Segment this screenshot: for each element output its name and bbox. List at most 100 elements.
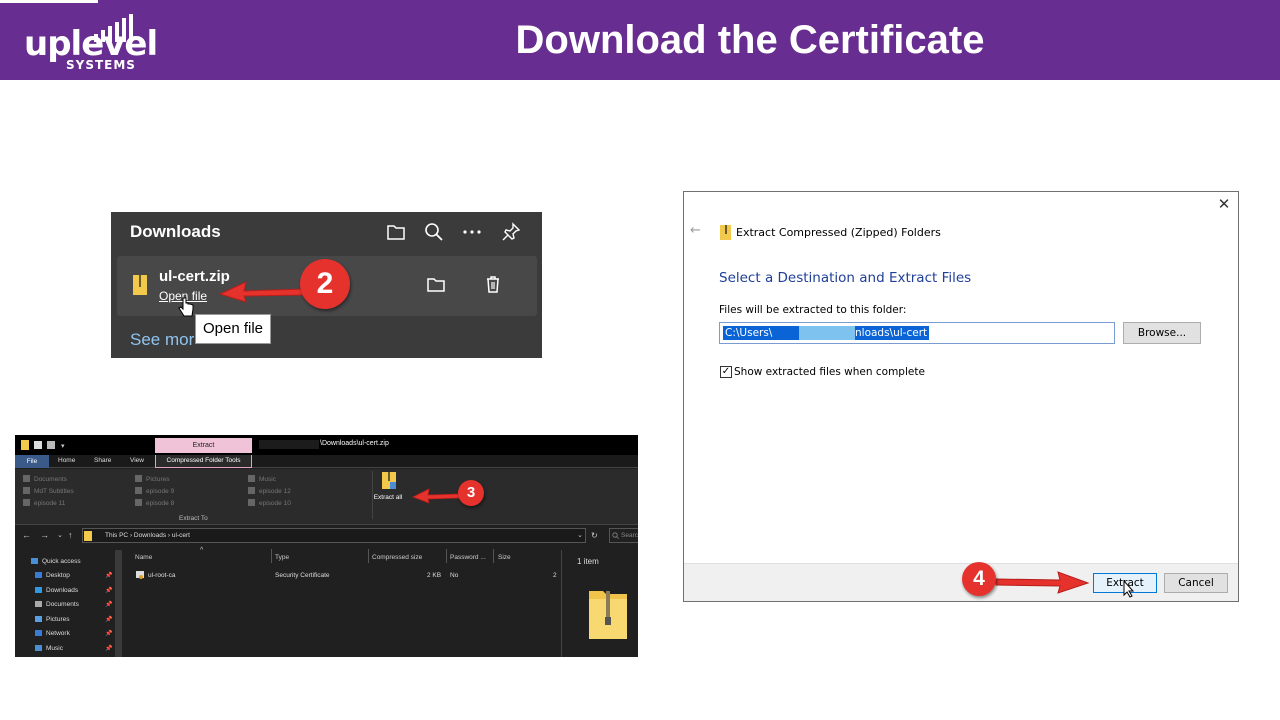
tab-compressed-folder-tools[interactable]: Compressed Folder Tools (155, 455, 252, 468)
close-icon[interactable]: ✕ (1216, 196, 1232, 212)
ribbon-dest-episode8[interactable]: episode 8 (135, 499, 174, 507)
extract-context-tab[interactable]: Extract (155, 438, 252, 453)
breadcrumb-downloads[interactable]: Downloads (134, 532, 166, 539)
hand-cursor-icon (178, 297, 194, 317)
nav-quick-access[interactable]: Quick access (31, 558, 81, 565)
pin-icon: 📌 (105, 602, 113, 608)
nav-desktop[interactable]: Desktop (35, 572, 70, 579)
column-password[interactable]: Password ... (450, 554, 486, 561)
dialog-window-title: Extract Compressed (Zipped) Folders (736, 226, 941, 239)
nav-label: Music (46, 645, 63, 652)
browse-button[interactable]: Browse... (1123, 322, 1201, 344)
dialog-heading: Select a Destination and Extract Files (719, 270, 972, 286)
search-icon (612, 532, 619, 539)
back-icon[interactable]: ← (22, 531, 31, 540)
show-in-folder-icon[interactable] (425, 273, 447, 295)
column-name[interactable]: Name (135, 554, 152, 561)
search-icon[interactable] (423, 221, 445, 243)
forward-icon[interactable]: → (40, 531, 49, 540)
pin-icon: 📌 (105, 646, 113, 652)
open-file-tooltip: Open file (195, 314, 271, 344)
nav-label: Desktop (46, 572, 70, 579)
address-dropdown-icon[interactable]: ⌄ (577, 531, 583, 540)
more-icon[interactable] (461, 221, 483, 243)
pin-icon: 📌 (105, 631, 113, 637)
back-arrow-icon[interactable]: ← (690, 224, 701, 238)
tab-home[interactable]: Home (58, 457, 75, 464)
nav-downloads[interactable]: Downloads (35, 587, 78, 594)
download-icon (35, 587, 42, 593)
tab-share[interactable]: Share (94, 457, 111, 464)
nav-scrollbar[interactable] (115, 550, 122, 657)
nav-label: Downloads (46, 587, 79, 594)
zip-folder-preview-icon (589, 591, 627, 639)
nav-music[interactable]: Music (35, 645, 63, 652)
file-explorer-window: ▾ Extract \Downloads\ul-cert.zip Home Sh… (15, 435, 638, 657)
show-files-checkbox-label[interactable]: Show extracted files when complete (734, 366, 925, 379)
cancel-button[interactable]: Cancel (1164, 573, 1228, 593)
slide-header: uplevel SYSTEMS Download the Certificate (0, 0, 1280, 80)
column-compressed-size[interactable]: Compressed size (372, 554, 422, 561)
extract-dialog: ✕ ← Extract Compressed (Zipped) Folders … (683, 191, 1239, 602)
redacted-username (799, 326, 855, 340)
breadcrumb-ul-cert[interactable]: ul-cert (172, 532, 190, 539)
explorer-titlebar: ▾ Extract \Downloads\ul-cert.zip (15, 435, 638, 455)
picture-icon (35, 616, 42, 622)
nav-label: Pictures (46, 616, 70, 623)
ribbon-dest-music[interactable]: Music (248, 475, 276, 483)
logo-subtitle: SYSTEMS (66, 58, 136, 72)
ribbon-dest-subtitles[interactable]: MdT Subtitles (23, 487, 74, 495)
quick-access-toolbar-icons: ▾ (21, 440, 65, 450)
see-more-link[interactable]: See mor (130, 330, 194, 350)
extract-all-icon[interactable] (382, 472, 396, 489)
ribbon-dest-documents[interactable]: Documents (23, 475, 67, 483)
column-type[interactable]: Type (275, 554, 289, 561)
pin-icon[interactable] (500, 221, 522, 243)
certificate-icon (136, 571, 144, 579)
refresh-icon[interactable]: ↻ (591, 531, 598, 540)
show-files-checkbox[interactable]: ✓ (720, 366, 732, 378)
column-separator (271, 549, 272, 563)
column-separator (368, 549, 369, 563)
folder-icon[interactable] (385, 221, 407, 243)
row-password: No (450, 572, 459, 579)
sort-indicator-icon: ^ (200, 547, 204, 554)
row-size: 2 (553, 572, 557, 579)
delete-icon[interactable] (482, 273, 504, 295)
ribbon-dest-episode12[interactable]: episode 12 (248, 487, 291, 495)
pin-icon: 📌 (105, 573, 113, 579)
pin-icon: 📌 (105, 617, 113, 623)
desktop-icon (35, 572, 42, 578)
step-3-badge: 3 (458, 480, 484, 506)
nav-network[interactable]: Network (35, 630, 70, 637)
downloads-title: Downloads (130, 222, 221, 241)
zip-file-icon (133, 275, 147, 295)
ribbon-dest-episode10[interactable]: episode 10 (248, 499, 291, 507)
column-size[interactable]: Size (498, 554, 511, 561)
breadcrumb-this-pc[interactable]: This PC (105, 532, 128, 539)
column-separator (493, 549, 494, 563)
step-2-badge: 2 (300, 259, 350, 309)
breadcrumb: This PC › Downloads › ul-cert (105, 532, 190, 539)
zip-folder-icon (720, 225, 731, 240)
tab-file[interactable]: File (15, 455, 49, 468)
extract-all-button[interactable]: Extract all (373, 494, 403, 502)
tab-view[interactable]: View (130, 457, 144, 464)
ribbon-dest-episode9[interactable]: episode 9 (135, 487, 174, 495)
ribbon-dest-episode11[interactable]: episode 11 (23, 499, 65, 507)
row-name: ul-root-ca (148, 572, 176, 579)
star-icon (31, 558, 38, 564)
item-count: 1 item (577, 557, 599, 566)
document-icon (35, 601, 42, 607)
nav-pictures[interactable]: Pictures (35, 616, 69, 623)
up-icon[interactable]: ↑ (68, 531, 73, 540)
ribbon-dest-pictures[interactable]: Pictures (135, 475, 169, 483)
step-4-arrow (995, 571, 1090, 594)
ribbon-tabs: Home Share View (15, 455, 638, 468)
nav-documents[interactable]: Documents (35, 601, 79, 608)
destination-label: Files will be extracted to this folder: (719, 304, 907, 316)
music-icon (35, 645, 42, 651)
recent-dropdown-icon[interactable]: ⌄ (57, 531, 63, 540)
zip-folder-icon (84, 531, 92, 541)
destination-path-input[interactable]: C:\Users\ \Downloads\ul-cert (719, 322, 1115, 344)
